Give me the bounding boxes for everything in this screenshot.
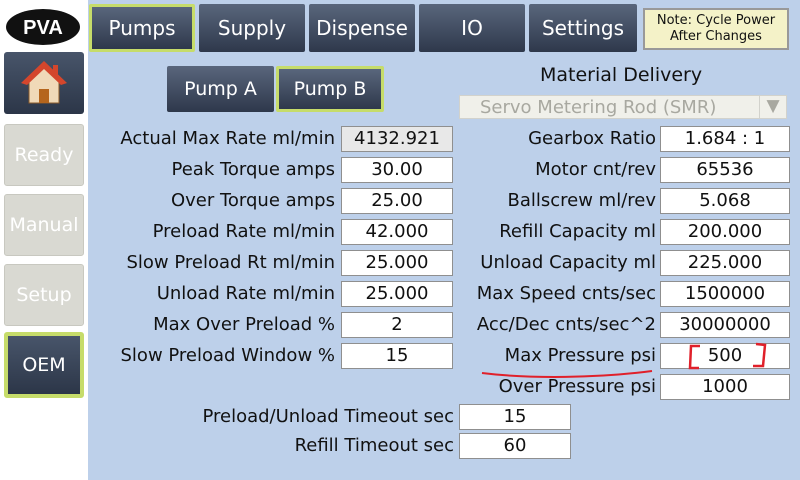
sidebar-item-oem[interactable]: OEM xyxy=(4,332,84,398)
field-label: Refill Timeout sec xyxy=(294,435,454,456)
max-over-preload-field[interactable]: 2 xyxy=(341,312,453,338)
field-label: Unload Rate ml/min xyxy=(156,283,335,304)
sidebar-item-label: Setup xyxy=(16,284,72,306)
note-line: After Changes xyxy=(670,29,762,44)
acc-dec-field[interactable]: 30000000 xyxy=(660,312,790,338)
ballscrew-field[interactable]: 5.068 xyxy=(660,188,790,214)
sidebar-item-label: OEM xyxy=(22,354,66,376)
preload-unload-timeout-field[interactable]: 15 xyxy=(459,404,571,430)
red-annotation xyxy=(481,342,767,378)
red-underline xyxy=(481,370,653,378)
field-label: Acc/Dec cnts/sec^2 xyxy=(476,314,656,335)
field-label: Slow Preload Rt ml/min xyxy=(126,252,335,273)
tab-label: IO xyxy=(461,16,483,40)
max-speed-field[interactable]: 1500000 xyxy=(660,281,790,307)
material-delivery-select[interactable]: Servo Metering Rod (SMR) ▼ xyxy=(459,95,787,119)
slow-preload-rate-field[interactable]: 25.000 xyxy=(341,250,453,276)
gearbox-ratio-field[interactable]: 1.684 : 1 xyxy=(660,126,790,152)
unload-capacity-field[interactable]: 225.000 xyxy=(660,250,790,276)
cycle-power-note: Note: Cycle Power After Changes xyxy=(643,8,789,50)
home-button[interactable] xyxy=(4,52,84,114)
logo-text: PVA xyxy=(23,17,63,39)
field-label: Slow Preload Window % xyxy=(120,345,336,366)
field-label: Max Speed cnts/sec xyxy=(476,283,656,304)
field-label: Preload/Unload Timeout sec xyxy=(202,406,454,427)
pump-a-label: Pump A xyxy=(184,78,257,100)
house-icon xyxy=(21,61,67,104)
peak-torque-field[interactable]: 30.00 xyxy=(341,157,453,183)
tab-label: Dispense xyxy=(316,16,408,40)
motor-cnt-field[interactable]: 65536 xyxy=(660,157,790,183)
tab-label: Settings xyxy=(541,16,625,40)
tab-label: Supply xyxy=(217,16,287,40)
field-label: Peak Torque amps xyxy=(171,159,336,180)
red-bracket-left xyxy=(688,344,700,370)
tab-io[interactable]: IO xyxy=(419,4,525,52)
field-label: Max Over Preload % xyxy=(153,314,335,335)
over-torque-field[interactable]: 25.00 xyxy=(341,188,453,214)
pump-a-button[interactable]: Pump A xyxy=(167,66,274,112)
refill-timeout-field[interactable]: 60 xyxy=(459,433,571,459)
sidebar-item-label: Manual xyxy=(9,214,79,236)
tab-pumps[interactable]: Pumps xyxy=(89,4,195,52)
field-label: Ballscrew ml/rev xyxy=(507,190,656,211)
refill-capacity-field[interactable]: 200.000 xyxy=(660,219,790,245)
material-delivery-value: Servo Metering Rod (SMR) xyxy=(480,97,717,118)
field-label: Motor cnt/rev xyxy=(535,159,656,180)
tab-supply[interactable]: Supply xyxy=(199,4,305,52)
pump-b-label: Pump B xyxy=(293,78,367,100)
field-label: Unload Capacity ml xyxy=(480,252,656,273)
pva-logo: PVA xyxy=(6,9,80,45)
preload-rate-field[interactable]: 42.000 xyxy=(341,219,453,245)
sidebar-item-manual[interactable]: Manual xyxy=(4,194,84,256)
material-delivery-title: Material Delivery xyxy=(540,64,703,86)
field-label: Actual Max Rate ml/min xyxy=(120,128,335,149)
sidebar-item-ready[interactable]: Ready xyxy=(4,124,84,186)
dropdown-arrow-icon: ▼ xyxy=(759,96,786,118)
sidebar-item-setup[interactable]: Setup xyxy=(4,264,84,326)
unload-rate-field[interactable]: 25.000 xyxy=(341,281,453,307)
tab-label: Pumps xyxy=(108,16,176,40)
pump-b-button[interactable]: Pump B xyxy=(276,66,384,112)
actual-max-rate-field: 4132.921 xyxy=(341,126,453,152)
field-label: Over Torque amps xyxy=(170,190,335,211)
field-label: Preload Rate ml/min xyxy=(152,221,335,242)
field-label: Refill Capacity ml xyxy=(499,221,656,242)
red-bracket-right xyxy=(753,342,767,368)
slow-preload-window-field[interactable]: 15 xyxy=(341,343,453,369)
sidebar-item-label: Ready xyxy=(14,144,74,166)
sidebar: PVA Ready Manual Setup OEM xyxy=(0,0,88,480)
tab-dispense[interactable]: Dispense xyxy=(309,4,415,52)
note-line: Note: Cycle Power xyxy=(656,13,776,28)
field-label: Gearbox Ratio xyxy=(528,128,656,149)
tab-settings[interactable]: Settings xyxy=(529,4,637,52)
